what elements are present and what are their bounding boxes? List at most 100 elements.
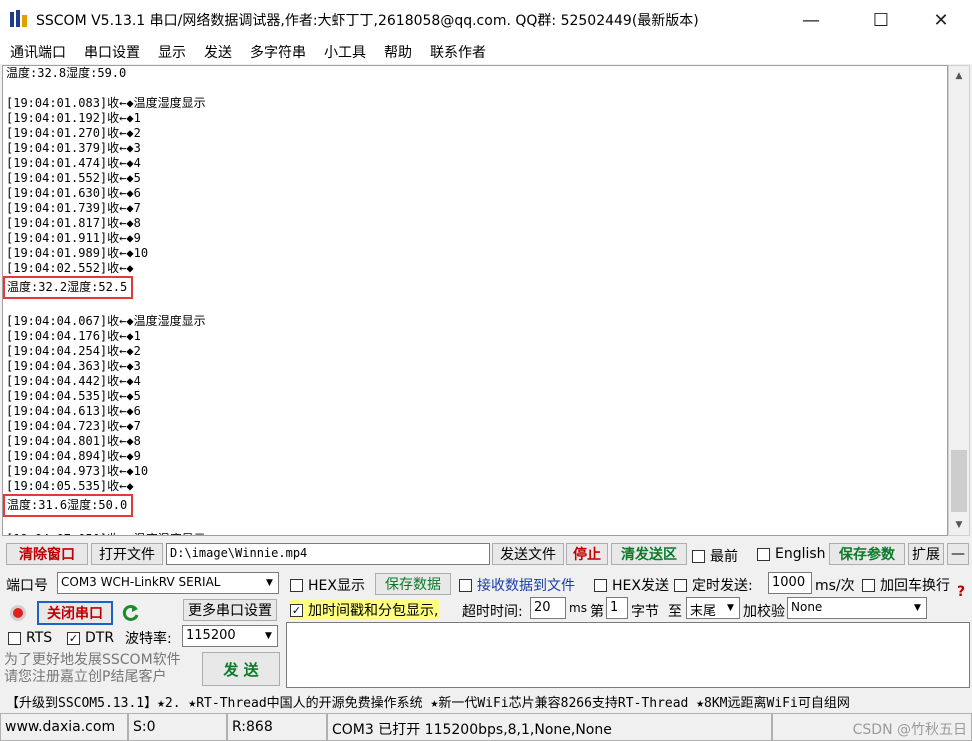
more-serial-settings-button[interactable]: 更多串口设置: [183, 599, 277, 621]
maximize-button[interactable]: ☐: [858, 0, 904, 40]
nth-label: 第: [590, 604, 604, 620]
send-interval-field[interactable]: 1000: [768, 572, 812, 594]
promo-text: 为了更好地发展SSCOM软件请您注册嘉立创P结尾客户: [4, 652, 181, 685]
hex-send-checkbox[interactable]: HEX发送: [594, 575, 669, 595]
checksum-select[interactable]: None ▼: [787, 597, 927, 619]
refresh-icon[interactable]: [121, 603, 141, 623]
receive-text-area[interactable]: 温度:32.8湿度:59.0 [19:04:01.083]收←◆温度湿度显示 [19…: [2, 65, 948, 536]
rts-checkbox[interactable]: RTS: [8, 630, 52, 646]
receive-line: [19:04:01.270]收←◆2: [6, 126, 141, 140]
hex-display-checkbox[interactable]: HEX显示: [290, 575, 365, 595]
scroll-down-arrow-icon[interactable]: ▼: [949, 515, 969, 535]
expand-button[interactable]: 扩展: [908, 543, 944, 565]
help-icon[interactable]: ?: [957, 584, 965, 600]
recv-to-file-checkbox[interactable]: 接收数据到文件: [459, 575, 575, 595]
baud-label: 波特率:: [125, 631, 172, 647]
file-path-field[interactable]: D:\image\Winnie.mp4: [166, 543, 490, 565]
status-recv-count: R:868: [227, 713, 327, 741]
receive-line: [19:04:01.083]收←◆温度湿度显示: [6, 96, 206, 110]
receive-line: [3, 517, 947, 532]
receive-line: [19:04:01.630]收←◆6: [6, 186, 141, 200]
byte-label: 字节: [631, 604, 659, 620]
receive-line: [19:04:01.192]收←◆1: [6, 111, 141, 125]
menu-contact-author[interactable]: 联系作者: [420, 40, 494, 64]
receive-line: 温度:32.8湿度:59.0: [6, 66, 127, 80]
send-text-area[interactable]: [286, 622, 970, 688]
receive-line: [19:04:01.817]收←◆8: [6, 216, 141, 230]
timeout-label: 超时时间:: [462, 604, 523, 620]
receive-line: [19:04:04.801]收←◆8: [6, 434, 141, 448]
receive-line: [19:04:04.973]收←◆10: [6, 464, 149, 478]
clear-window-button[interactable]: 清除窗口: [6, 543, 88, 565]
port-select[interactable]: COM3 WCH-LinkRV SERIAL ▼: [57, 572, 279, 594]
menu-comm-port[interactable]: 通讯端口: [0, 40, 74, 64]
receive-line: [3, 81, 947, 96]
close-button[interactable]: ✕: [918, 0, 964, 40]
topmost-checkbox[interactable]: 最前: [692, 546, 738, 566]
receive-line: [19:04:01.474]收←◆4: [6, 156, 141, 170]
menu-help[interactable]: 帮助: [374, 40, 420, 64]
timeout-field[interactable]: 20: [530, 597, 566, 619]
receive-line: [19:04:01.911]收←◆9: [6, 231, 141, 245]
menu-display[interactable]: 显示: [148, 40, 194, 64]
timestamp-checkbox[interactable]: ✓ 加时间戳和分包显示,: [290, 600, 441, 620]
save-params-button[interactable]: 保存参数: [829, 543, 905, 565]
chevron-down-icon: ▼: [261, 573, 278, 593]
open-file-button[interactable]: 打开文件: [91, 543, 163, 565]
end-select[interactable]: 末尾 ▼: [686, 597, 740, 619]
scroll-up-arrow-icon[interactable]: ▲: [949, 66, 969, 86]
english-checkbox[interactable]: English: [757, 546, 826, 562]
byte-index-field[interactable]: 1: [606, 597, 628, 619]
receive-scrollbar[interactable]: ▲ ▼: [948, 65, 970, 536]
add-crlf-checkbox[interactable]: 加回车换行: [862, 575, 950, 595]
receive-line: [19:04:04.894]收←◆9: [6, 449, 141, 463]
checkbox-icon: [862, 578, 875, 592]
receive-line: [19:04:04.723]收←◆7: [6, 419, 141, 433]
menu-send[interactable]: 发送: [194, 40, 240, 64]
save-data-button[interactable]: 保存数据: [375, 573, 451, 595]
receive-line: [19:04:01.739]收←◆7: [6, 201, 141, 215]
to-label: 至: [668, 604, 682, 620]
checkmark-icon: ✓: [290, 603, 303, 617]
clear-send-button[interactable]: 清发送区: [611, 543, 687, 565]
dtr-checkbox[interactable]: ✓ DTR: [67, 630, 114, 646]
receive-line: [19:04:04.176]收←◆1: [6, 329, 141, 343]
collapse-button[interactable]: —: [947, 543, 969, 565]
receive-line: [19:04:04.254]收←◆2: [6, 344, 141, 358]
baud-select[interactable]: 115200 ▼: [182, 625, 278, 647]
menu-tools[interactable]: 小工具: [314, 40, 374, 64]
timed-send-checkbox[interactable]: 定时发送:: [674, 575, 753, 595]
status-sent-count: S:0: [128, 713, 227, 741]
news-ticker[interactable]: 【升级到SSCOM5.13.1】★2. ★RT-Thread中国人的开源免费操作…: [0, 690, 972, 712]
sscom-app-icon: [10, 10, 27, 27]
window-title: SSCOM V5.13.1 串口/网络数据调试器,作者:大虾丁丁,2618058…: [36, 13, 699, 29]
receive-line: [19:04:02.552]收←◆: [6, 261, 134, 275]
timeout-unit-label: ms: [569, 601, 587, 615]
menu-serial-settings[interactable]: 串口设置: [74, 40, 148, 64]
stop-button[interactable]: 停止: [566, 543, 608, 565]
status-bar: www.daxia.com S:0 R:868 COM3 已打开 115200b…: [0, 713, 972, 741]
receive-line: [19:04:01.989]收←◆10: [6, 246, 149, 260]
checkbox-icon: [674, 578, 687, 592]
scroll-thumb[interactable]: [951, 450, 967, 512]
menu-bar: 通讯端口 串口设置 显示 发送 多字符串 小工具 帮助 联系作者: [0, 40, 972, 64]
highlighted-temperature-line: 温度:31.6湿度:50.0: [3, 494, 134, 517]
title-bar: SSCOM V5.13.1 串口/网络数据调试器,作者:大虾丁丁,2618058…: [0, 0, 972, 40]
checksum-label: 加校验: [743, 604, 785, 620]
receive-line: [19:04:04.067]收←◆温度湿度显示: [6, 314, 206, 328]
status-website[interactable]: www.daxia.com: [0, 713, 128, 741]
receive-line: [19:04:04.363]收←◆3: [6, 359, 141, 373]
checkbox-icon: [757, 547, 770, 561]
menu-multi-string[interactable]: 多字符串: [240, 40, 314, 64]
checkbox-icon: [8, 631, 21, 645]
minimize-button[interactable]: —: [788, 0, 834, 40]
send-button[interactable]: 发 送: [202, 652, 280, 686]
status-port-info: COM3 已打开 115200bps,8,1,None,None: [327, 713, 772, 741]
checkbox-icon: [692, 549, 705, 563]
port-label: 端口号: [6, 578, 48, 594]
checkmark-icon: ✓: [67, 631, 80, 645]
highlighted-temperature-line: 温度:32.2湿度:52.5: [3, 276, 134, 299]
checkbox-icon: [594, 578, 607, 592]
send-file-button[interactable]: 发送文件: [492, 543, 564, 565]
close-port-button[interactable]: 关闭串口: [37, 601, 113, 625]
